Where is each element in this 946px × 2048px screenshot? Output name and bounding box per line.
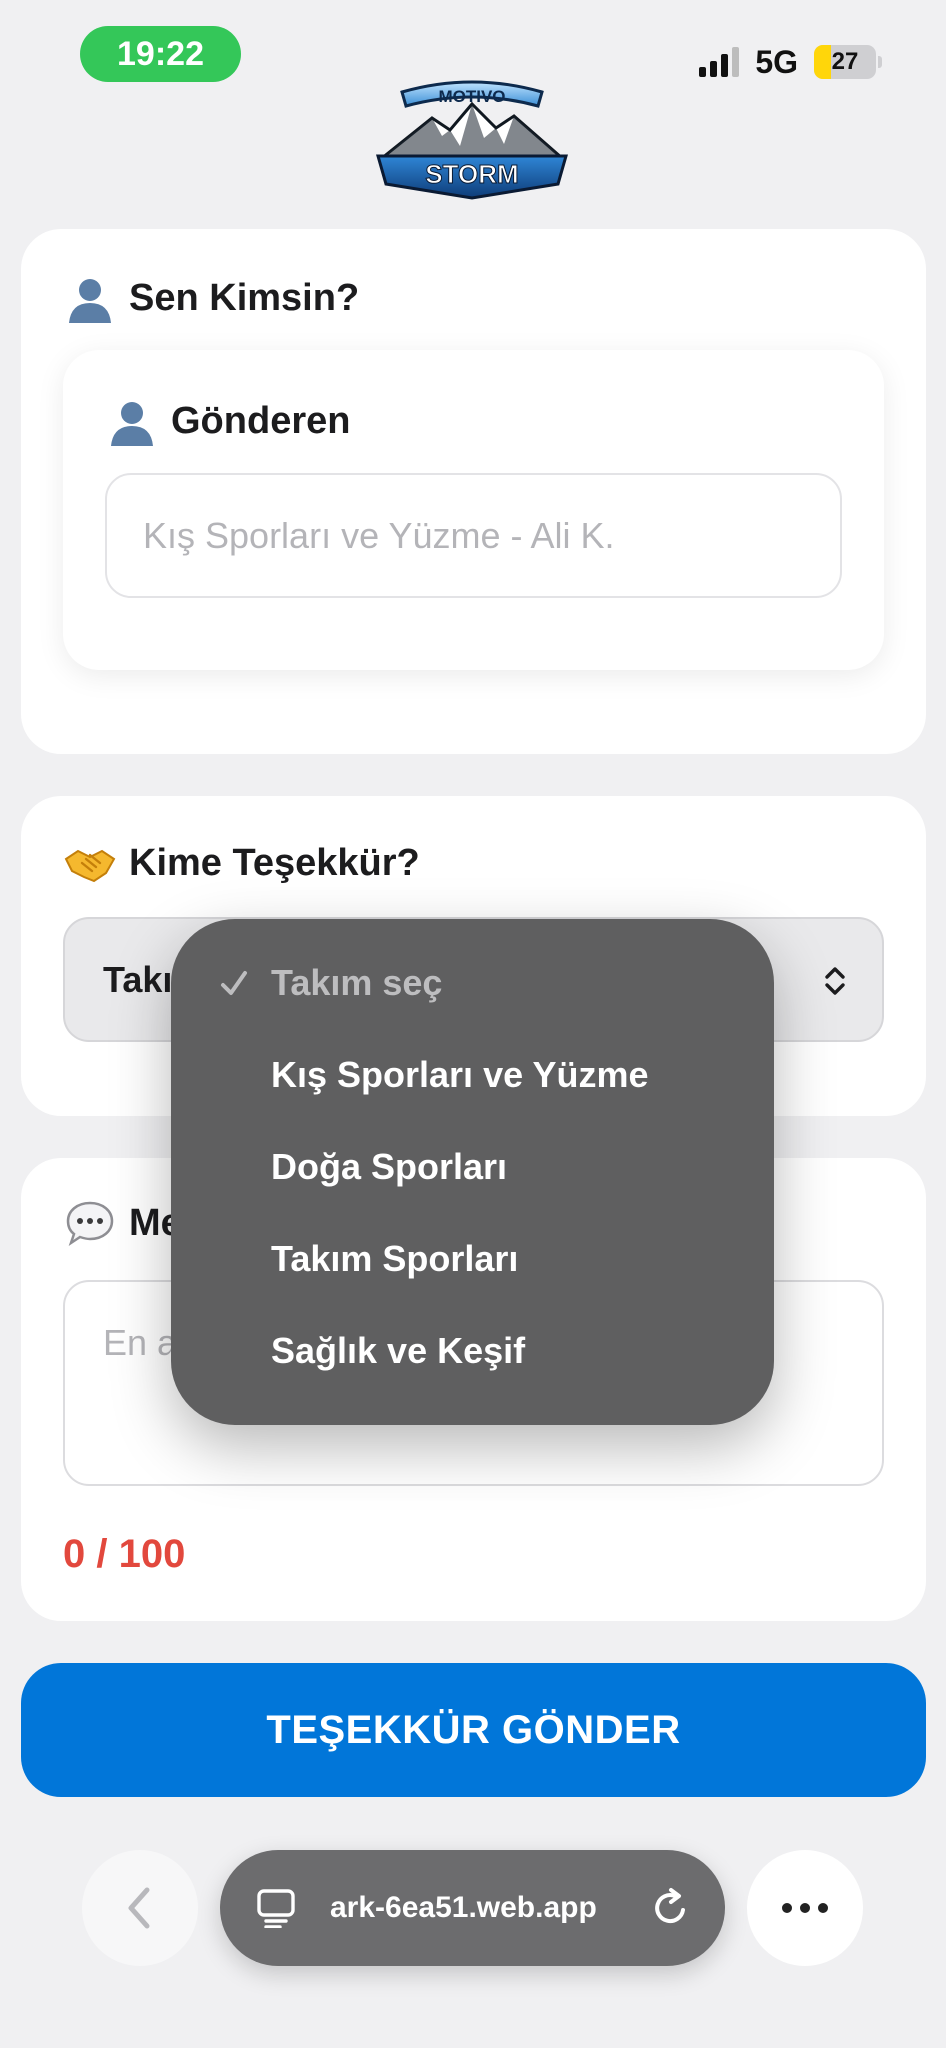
- dropdown-option-label: Takım Sporları: [271, 1238, 519, 1279]
- select-chevrons-icon: [825, 967, 845, 995]
- motivo-storm-logo: MOTIVO STORM: [376, 80, 568, 200]
- speech-bubble-icon: [63, 1196, 117, 1250]
- more-dot: [782, 1903, 792, 1913]
- dropdown-option[interactable]: Takım Sporları: [171, 1213, 774, 1305]
- team-dropdown-menu: Takım seç Kış Sporları ve Yüzme Doğa Spo…: [171, 919, 774, 1425]
- status-time: 19:22: [80, 26, 241, 82]
- url-text: ark-6ea51.web.app: [330, 1891, 597, 1924]
- sender-field-label: Gönderen: [171, 399, 351, 442]
- page: 19:22 5G 27 MOTIVO STORM Sen Kimsin? Gön…: [0, 0, 946, 2048]
- chevron-left-icon: [128, 1887, 150, 1929]
- character-counter: 0 / 100: [63, 1532, 186, 1576]
- sender-field-card: Gönderen: [63, 350, 884, 670]
- sender-card: Sen Kimsin? Gönderen: [21, 229, 926, 754]
- dropdown-option-label: Takım seç: [271, 962, 443, 1003]
- dropdown-option[interactable]: Doğa Sporları: [171, 1121, 774, 1213]
- reload-icon[interactable]: [649, 1886, 693, 1930]
- address-bar[interactable]: ark-6ea51.web.app: [220, 1850, 725, 1966]
- handshake-icon: [63, 836, 117, 890]
- dropdown-option-label: Sağlık ve Keşif: [271, 1330, 526, 1371]
- cellular-signal-icon: [699, 47, 740, 77]
- browser-back-button[interactable]: [82, 1850, 198, 1966]
- dropdown-option-label: Doğa Sporları: [271, 1146, 508, 1187]
- dropdown-option-label: Kış Sporları ve Yüzme: [271, 1054, 649, 1095]
- status-indicators: 5G 27: [699, 42, 882, 82]
- battery-icon: 27: [814, 45, 882, 79]
- more-dot: [818, 1903, 828, 1913]
- recipient-section-header: Kime Teşekkür?: [63, 836, 420, 890]
- more-options-button[interactable]: [747, 1850, 863, 1966]
- battery-level: 27: [831, 48, 859, 75]
- user-silhouette-icon: [105, 394, 159, 448]
- sender-section-header: Sen Kimsin?: [63, 271, 359, 325]
- checkmark-icon: [221, 971, 247, 995]
- user-silhouette-icon: [63, 271, 117, 325]
- message-section-header: Me: [63, 1196, 182, 1250]
- dropdown-option[interactable]: Kış Sporları ve Yüzme: [171, 1029, 774, 1121]
- dropdown-option[interactable]: Sağlık ve Keşif: [171, 1305, 774, 1397]
- battery-fill: [814, 45, 831, 79]
- team-select-value: Takı: [103, 958, 173, 1000]
- sender-input[interactable]: [105, 473, 842, 598]
- recipient-section-title: Kime Teşekkür?: [129, 841, 420, 884]
- dropdown-option[interactable]: Takım seç: [171, 937, 774, 1029]
- more-dot: [800, 1903, 810, 1913]
- network-type: 5G: [755, 43, 798, 80]
- logo-bottom-text: STORM: [425, 159, 518, 189]
- page-menu-icon[interactable]: [256, 1888, 296, 1928]
- sender-section-title: Sen Kimsin?: [129, 276, 360, 319]
- sender-field-header: Gönderen: [105, 394, 350, 448]
- send-thanks-button[interactable]: TEŞEKKÜR GÖNDER: [21, 1663, 926, 1797]
